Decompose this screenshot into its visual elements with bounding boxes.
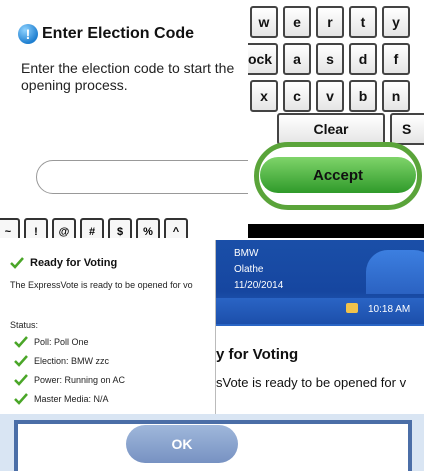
instruction-text: Enter the election code to start the ope…: [21, 60, 235, 93]
status-item-power: Power: Running on AC: [14, 374, 125, 386]
ok-panel: OK: [0, 414, 424, 471]
enter-election-code-panel: ! Enter Election Code Enter the election…: [0, 0, 250, 238]
key-caps-lock[interactable]: ock: [248, 43, 278, 75]
key-e[interactable]: e: [283, 6, 311, 38]
window-message: sVote is ready to be opened for v: [216, 375, 407, 390]
site-date: 11/20/2014: [234, 280, 284, 291]
key-d[interactable]: d: [349, 43, 377, 75]
ready-title: Ready for Voting: [30, 257, 118, 269]
key-y[interactable]: y: [382, 6, 410, 38]
status-item-poll: Poll: Poll One: [14, 336, 89, 348]
keyboard-panel: w e r t y ock a s d f x c v b n Clear S …: [248, 0, 424, 238]
key-s[interactable]: s: [316, 43, 344, 75]
symbol-key-row: ~ ! @ # $ % ^: [0, 218, 188, 238]
key-v[interactable]: v: [316, 80, 344, 112]
check-icon: [14, 355, 28, 367]
key-at[interactable]: @: [52, 218, 76, 238]
on-screen-keyboard: w e r t y ock a s d f x c v b n Clear S …: [248, 0, 424, 224]
election-code-input[interactable]: [36, 160, 250, 194]
clear-button[interactable]: Clear: [277, 113, 385, 145]
ok-button[interactable]: OK: [126, 425, 238, 463]
ready-description: The ExpressVote is ready to be opened fo…: [10, 280, 193, 290]
status-item-text: Master Media: N/A: [34, 394, 109, 404]
status-window: BMW Olathe 11/20/2014 10:18 AM y for Vot…: [216, 240, 424, 418]
site-location: Olathe: [234, 264, 264, 275]
key-b[interactable]: b: [349, 80, 377, 112]
key-percent[interactable]: %: [136, 218, 160, 238]
key-caret[interactable]: ^: [164, 218, 188, 238]
key-c[interactable]: c: [283, 80, 311, 112]
status-item-text: Poll: Poll One: [34, 337, 89, 347]
page-title: Enter Election Code: [42, 25, 195, 42]
accept-button[interactable]: Accept: [260, 157, 416, 193]
ready-for-voting-panel: Ready for Voting The ExpressVote is read…: [0, 240, 216, 414]
window-title: y for Voting: [216, 346, 299, 363]
key-dollar[interactable]: $: [108, 218, 132, 238]
status-label: Status:: [10, 320, 39, 330]
key-x[interactable]: x: [250, 80, 278, 112]
key-r[interactable]: r: [316, 6, 344, 38]
check-icon: [14, 393, 28, 405]
key-tilde[interactable]: ~: [0, 218, 20, 238]
key-t[interactable]: t: [349, 6, 377, 38]
key-space-partial[interactable]: S: [390, 113, 424, 145]
key-f[interactable]: f: [382, 43, 410, 75]
info-icon: !: [18, 24, 38, 44]
window-tab[interactable]: [366, 250, 424, 294]
check-icon: [14, 336, 28, 348]
key-w[interactable]: w: [250, 6, 278, 38]
status-item-text: Power: Running on AC: [34, 375, 126, 385]
clock-time: 10:18 AM: [368, 304, 411, 315]
key-a[interactable]: a: [283, 43, 311, 75]
key-n[interactable]: n: [382, 80, 410, 112]
key-exclamation[interactable]: !: [24, 218, 48, 238]
site-name: BMW: [234, 248, 259, 259]
status-item-master-media: Master Media: N/A: [14, 393, 109, 405]
check-icon: [14, 374, 28, 386]
key-hash[interactable]: #: [80, 218, 104, 238]
check-icon: [10, 257, 24, 269]
status-item-election: Election: BMW zzc: [14, 355, 109, 367]
folder-icon: [346, 303, 358, 313]
status-item-text: Election: BMW zzc: [34, 356, 110, 366]
